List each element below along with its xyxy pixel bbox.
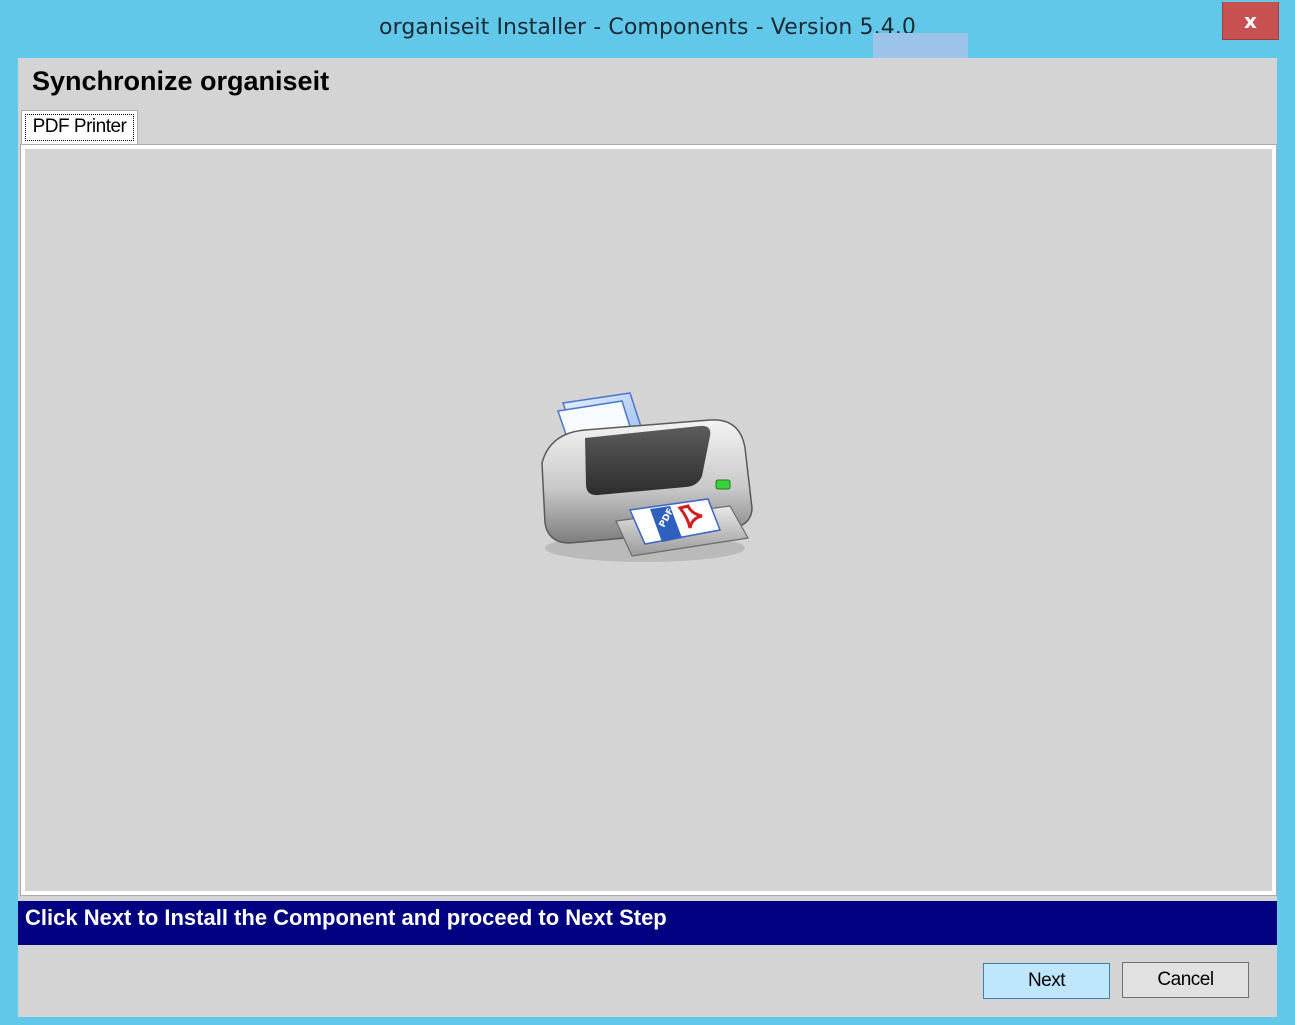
- tab-pdf-printer[interactable]: PDF Printer: [21, 110, 138, 146]
- cancel-button[interactable]: Cancel: [1122, 962, 1249, 998]
- tab-panel-content: PDF: [25, 149, 1272, 891]
- tab-label: PDF Printer: [25, 114, 134, 141]
- window-title: organiseit Installer - Components - Vers…: [379, 15, 916, 40]
- close-icon: x: [1244, 8, 1257, 33]
- instruction-banner: Click Next to Install the Component and …: [18, 901, 1277, 945]
- title-bar[interactable]: organiseit Installer - Components - Vers…: [0, 0, 1295, 67]
- page-title: Synchronize organiseit: [32, 66, 330, 96]
- next-button[interactable]: Next: [983, 963, 1110, 999]
- pdf-printer-icon: PDF: [541, 392, 753, 562]
- close-button[interactable]: x: [1222, 2, 1279, 40]
- tab-panel: PDF: [20, 144, 1277, 896]
- installer-window: organiseit Installer - Components - Vers…: [0, 0, 1295, 1025]
- dialog-client-area: Synchronize organiseit PDF Printer PDF C…: [18, 58, 1277, 1017]
